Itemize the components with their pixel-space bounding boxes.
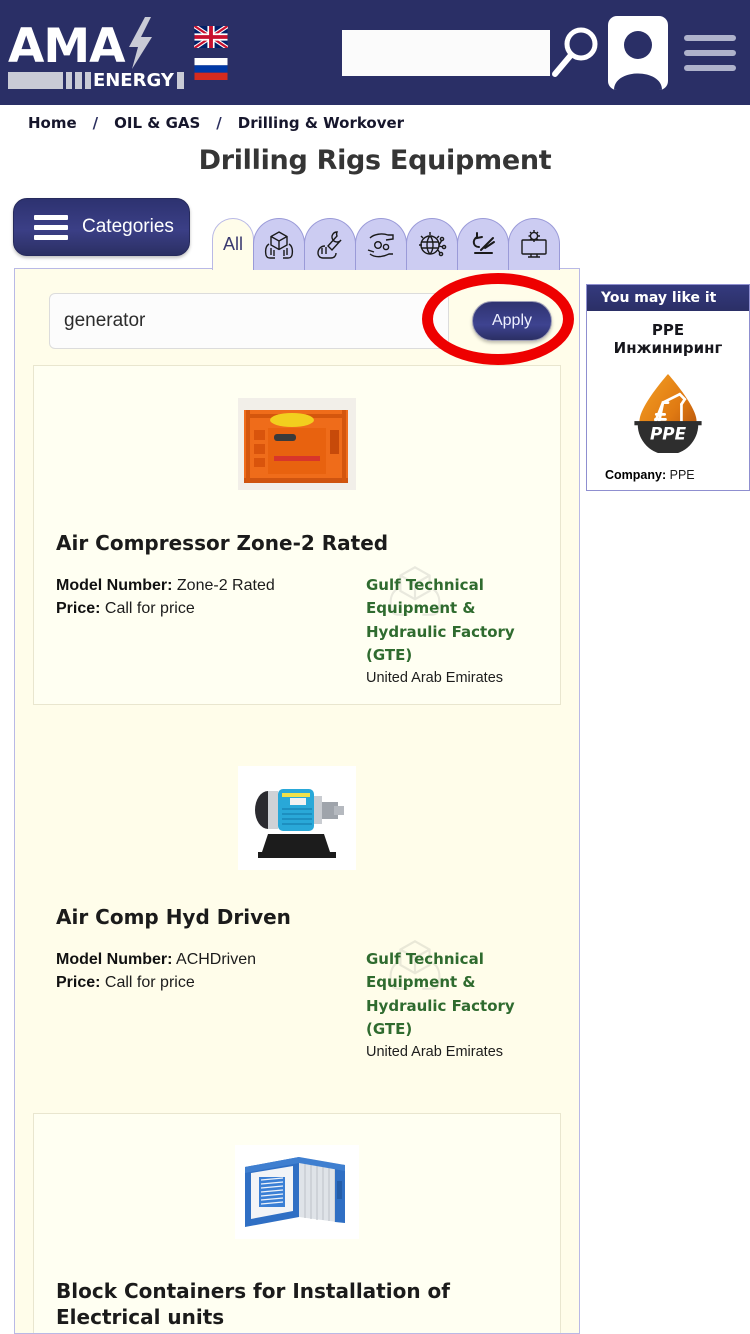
logo-bar xyxy=(66,71,73,89)
category-tabs: All xyxy=(212,218,560,270)
app-root: AMA ENERGY Home / OIL & GAS / Drilling &… xyxy=(0,0,750,1334)
product-image xyxy=(48,1128,546,1256)
price-value: Call for price xyxy=(104,974,195,992)
product-price-row: Price: Call for price xyxy=(56,971,356,994)
english-flag[interactable] xyxy=(194,25,228,48)
logo-bar xyxy=(176,71,184,89)
you-may-like-body: РРЕ Инжиниринг PPE Company: PPE xyxy=(587,311,749,490)
blue-white-block-container-photo xyxy=(235,1145,359,1239)
tab-drill-arrow[interactable] xyxy=(457,218,509,270)
apply-button[interactable]: Apply xyxy=(472,301,552,341)
hands-holding-box-icon xyxy=(264,230,294,259)
you-may-like-heading: You may like it xyxy=(587,285,749,311)
search-icon[interactable] xyxy=(548,22,604,84)
russian-flag[interactable] xyxy=(194,57,228,80)
product-title[interactable]: Air Comp Hyd Driven xyxy=(48,904,546,930)
product-image xyxy=(48,380,546,508)
product-vendor: Gulf Technical Equipment & Hydraulic Fac… xyxy=(356,566,546,686)
model-value: ACHDriven xyxy=(176,951,257,968)
product-title[interactable]: Air Compressor Zone-2 Rated xyxy=(48,530,546,556)
user-account-icon[interactable] xyxy=(608,15,668,90)
logo-bottom-row: ENERGY xyxy=(8,69,184,91)
product-model-row: Model Number: ACHDriven xyxy=(56,948,356,971)
vendor-country: United Arab Emirates xyxy=(366,670,504,686)
model-label: Model Number: xyxy=(56,577,173,594)
product-card[interactable]: Block Containers for Installation of Ele… xyxy=(33,1113,561,1333)
product-vendor: Gulf Technical Equipment & Hydraulic Fac… xyxy=(356,940,546,1060)
logo-bar xyxy=(8,71,64,89)
results-panel: Apply xyxy=(14,268,580,1334)
recommended-company-title[interactable]: РРЕ Инжиниринг xyxy=(595,321,741,357)
breadcrumb-item-drilling-workover[interactable]: Drilling & Workover xyxy=(238,114,404,132)
page-title: Drilling Rigs Equipment xyxy=(198,145,552,176)
tab-hand-wrench[interactable] xyxy=(304,218,356,270)
tab-all[interactable]: All xyxy=(212,218,254,270)
hands-gears-icon xyxy=(367,232,394,257)
oil-pumpjack-drop-logo[interactable]: PPE xyxy=(626,369,710,455)
logo-top-row: AMA xyxy=(8,16,184,75)
product-model-row: Model Number: Zone-2 Rated xyxy=(56,574,356,597)
burger-line xyxy=(684,49,736,56)
hamburger-menu-icon xyxy=(34,214,68,240)
burger-line xyxy=(34,214,68,220)
globe-gear-network-icon xyxy=(419,231,447,256)
hamburger-menu-icon[interactable] xyxy=(676,34,738,71)
logo-brand-text: AMA xyxy=(8,19,126,75)
tab-hands-holding-box[interactable] xyxy=(253,218,305,270)
categories-button[interactable]: Categories xyxy=(13,198,190,256)
breadcrumb-item-home[interactable]: Home xyxy=(28,114,77,132)
tab-monitor-gear[interactable] xyxy=(508,218,560,270)
language-switcher[interactable] xyxy=(194,25,228,80)
logo-sub-text: ENERGY xyxy=(92,69,174,91)
recommended-company-row: Company: PPE xyxy=(595,468,741,482)
site-header: AMA ENERGY xyxy=(0,0,750,105)
burger-line xyxy=(34,224,68,230)
categories-button-label: Categories xyxy=(82,216,174,237)
orange-compressor-skid-photo xyxy=(238,398,356,490)
breadcrumb-separator: / xyxy=(92,114,99,132)
monitor-gear-icon xyxy=(521,229,547,258)
product-price-row: Price: Call for price xyxy=(56,597,356,620)
company-value: PPE xyxy=(669,468,695,482)
burger-line xyxy=(34,234,68,240)
product-card[interactable]: Air Comp Hyd Driven Model Number: ACHDri… xyxy=(33,739,561,1079)
vendor-name[interactable]: Gulf Technical Equipment & Hydraulic Fac… xyxy=(366,948,546,1041)
drill-arrow-icon xyxy=(472,231,495,254)
logo-bar xyxy=(84,71,91,89)
breadcrumb: Home / OIL & GAS / Drilling & Workover xyxy=(0,105,750,141)
you-may-like-panel: You may like it РРЕ Инжиниринг PPE Compa… xyxy=(586,284,750,491)
search-input[interactable] xyxy=(342,29,550,76)
filter-search-input[interactable] xyxy=(49,293,449,349)
product-card[interactable]: Air Compressor Zone-2 Rated Model Number… xyxy=(33,365,561,705)
vendor-name[interactable]: Gulf Technical Equipment & Hydraulic Fac… xyxy=(366,574,546,667)
vendor-country: United Arab Emirates xyxy=(366,1044,504,1060)
logo-bar xyxy=(75,71,82,89)
model-value: Zone-2 Rated xyxy=(176,577,275,594)
product-body: Model Number: ACHDriven Price: Call for … xyxy=(48,940,546,1060)
burger-line xyxy=(684,64,736,71)
filter-row: Apply xyxy=(15,269,579,365)
price-value: Call for price xyxy=(104,600,195,618)
price-label: Price: xyxy=(56,974,101,992)
product-image xyxy=(48,754,546,882)
svg-text:PPE: PPE xyxy=(650,424,687,444)
product-body: Model Number: Zone-2 Rated Price: Call f… xyxy=(48,566,546,686)
price-label: Price: xyxy=(56,600,101,618)
model-label: Model Number: xyxy=(56,951,173,968)
hand-wrench-icon xyxy=(317,230,342,259)
blue-hydraulic-compressor-photo xyxy=(238,766,356,870)
product-specs: Model Number: ACHDriven Price: Call for … xyxy=(56,948,356,1060)
tab-hands-gears[interactable] xyxy=(355,218,407,270)
breadcrumb-separator: / xyxy=(216,114,222,132)
product-title[interactable]: Block Containers for Installation of Ele… xyxy=(48,1278,546,1330)
tab-all-label: All xyxy=(222,234,243,254)
breadcrumb-item-oil-gas[interactable]: OIL & GAS xyxy=(114,114,200,132)
lightning-bolt-icon xyxy=(127,16,153,69)
burger-line xyxy=(684,34,736,41)
site-logo[interactable]: AMA ENERGY xyxy=(8,16,184,91)
tab-globe-gear-network[interactable] xyxy=(406,218,458,270)
company-label: Company: xyxy=(605,468,667,482)
product-specs: Model Number: Zone-2 Rated Price: Call f… xyxy=(56,574,356,686)
